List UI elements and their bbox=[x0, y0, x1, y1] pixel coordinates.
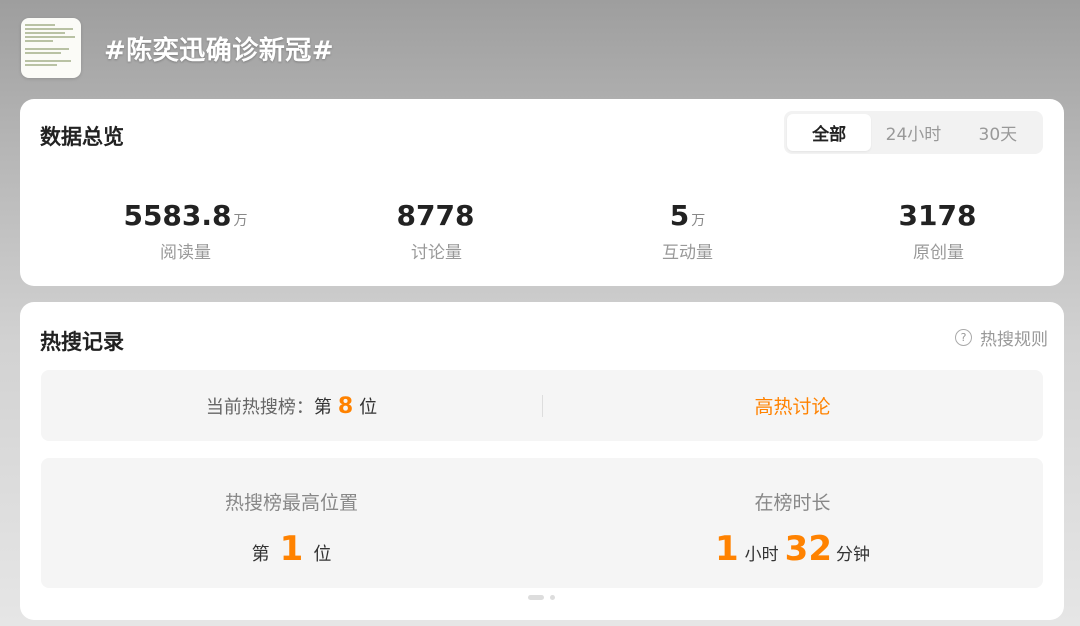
hot-search-card: 热搜记录 ? 热搜规则 当前热搜榜：第 8 位 高热讨论 热搜榜最高位置 第1位 在… bbox=[20, 302, 1064, 620]
stats-row: 5583.8 万 阅读量 8778 讨论量 5万 互动量 3178 原创量 bbox=[60, 199, 1064, 263]
topic-thumbnail[interactable] bbox=[21, 18, 81, 78]
tab-all[interactable]: 全部 bbox=[787, 114, 872, 151]
stat-label: 互动量 bbox=[662, 243, 713, 263]
stat-number: 5 bbox=[669, 199, 690, 232]
stat-value: 3178 bbox=[813, 199, 1064, 238]
tab-30d[interactable]: 30天 bbox=[956, 114, 1040, 151]
heat-tag-cell: 高热讨论 bbox=[542, 392, 1043, 419]
overview-card: 数据总览 全部 24小时 30天 5583.8 万 阅读量 8778 讨论量 5万… bbox=[20, 99, 1064, 286]
stat-value: 5583.8 万 bbox=[60, 199, 311, 238]
heat-tag: 高热讨论 bbox=[754, 396, 831, 418]
stat-interactions: 5万 互动量 bbox=[562, 199, 813, 263]
duration-minutes: 32 bbox=[784, 529, 832, 569]
duration-value: 1 小时 32 分钟 bbox=[542, 529, 1043, 569]
stat-value: 8778 bbox=[311, 199, 562, 238]
hot-search-title: 热搜记录 bbox=[40, 330, 124, 354]
stat-label: 阅读量 bbox=[160, 243, 211, 263]
current-rank-prefix: 第 bbox=[313, 396, 332, 418]
duration: 在榜时长 1 小时 32 分钟 bbox=[542, 458, 1043, 588]
stat-label: 讨论量 bbox=[411, 243, 462, 263]
rules-label: 热搜规则 bbox=[980, 330, 1048, 350]
stat-value: 5万 bbox=[562, 199, 813, 238]
rules-link[interactable]: ? 热搜规则 bbox=[955, 325, 1048, 350]
duration-label: 在榜时长 bbox=[754, 492, 831, 514]
topic-title: #陈奕迅确诊新冠# bbox=[104, 35, 335, 66]
help-icon: ? bbox=[955, 329, 972, 346]
peak-rank-suffix: 位 bbox=[313, 544, 332, 565]
duration-hours: 1 bbox=[715, 529, 739, 569]
current-rank-label: 当前热搜榜： bbox=[205, 396, 314, 418]
time-range-tabs: 全部 24小时 30天 bbox=[784, 111, 1043, 154]
current-rank-number: 8 bbox=[337, 393, 354, 419]
tab-24h[interactable]: 24小时 bbox=[871, 114, 955, 151]
divider bbox=[542, 395, 543, 417]
stat-discussions: 8778 讨论量 bbox=[311, 199, 562, 263]
current-rank-panel: 当前热搜榜：第 8 位 高热讨论 bbox=[41, 370, 1043, 441]
peak-rank-number: 1 bbox=[279, 529, 304, 569]
stat-number: 5583.8 bbox=[123, 199, 232, 232]
stat-unit: 万 bbox=[691, 213, 706, 229]
duration-minutes-unit: 分钟 bbox=[836, 545, 870, 565]
duration-hours-unit: 小时 bbox=[744, 545, 779, 565]
topic-header: #陈奕迅确诊新冠# bbox=[21, 18, 334, 78]
stat-label: 原创量 bbox=[913, 243, 964, 263]
rank-stats-panel: 热搜榜最高位置 第1位 在榜时长 1 小时 32 分钟 bbox=[41, 458, 1043, 588]
overview-title: 数据总览 bbox=[40, 125, 124, 149]
current-rank-suffix: 位 bbox=[359, 396, 378, 418]
stat-number: 3178 bbox=[898, 199, 977, 232]
stat-reads: 5583.8 万 阅读量 bbox=[60, 199, 311, 263]
peak-rank-label: 热搜榜最高位置 bbox=[224, 492, 358, 514]
stat-originals: 3178 原创量 bbox=[813, 199, 1064, 263]
peak-rank-value: 第1位 bbox=[41, 529, 542, 569]
current-rank: 当前热搜榜：第 8 位 bbox=[41, 393, 542, 419]
pager-dot-active[interactable] bbox=[528, 595, 544, 600]
peak-rank: 热搜榜最高位置 第1位 bbox=[41, 458, 542, 588]
stat-number: 8778 bbox=[396, 199, 475, 232]
peak-rank-prefix: 第 bbox=[251, 544, 270, 565]
pager-dot[interactable] bbox=[550, 595, 555, 600]
stat-unit: 万 bbox=[233, 213, 248, 229]
pager-dots[interactable] bbox=[528, 595, 555, 600]
